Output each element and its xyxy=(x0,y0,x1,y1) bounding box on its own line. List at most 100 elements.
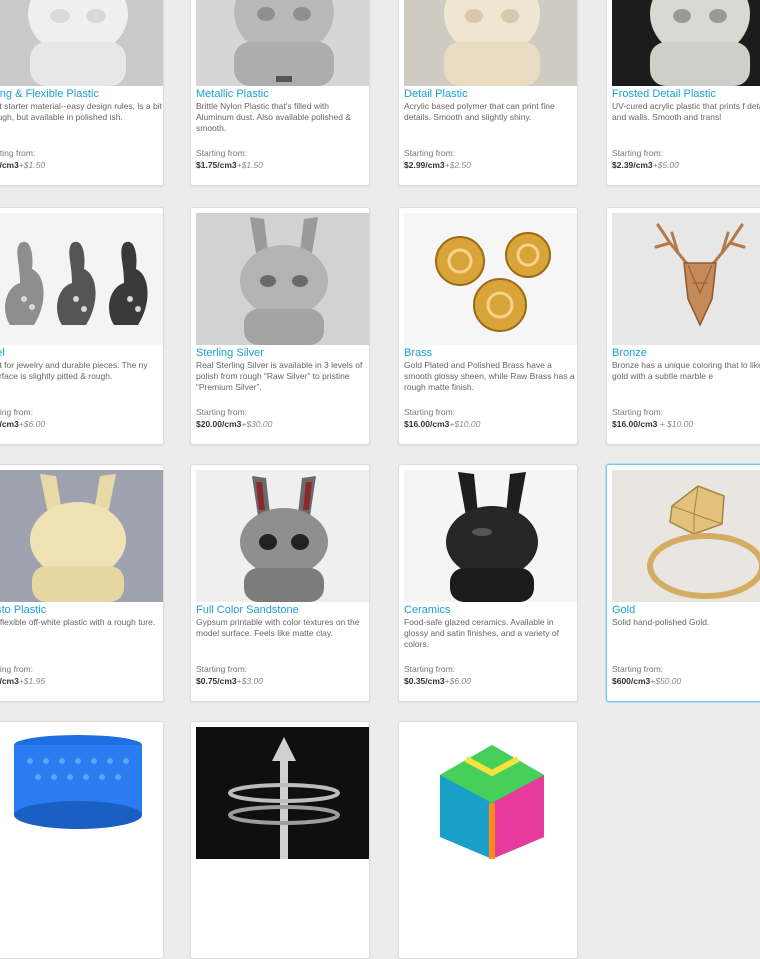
material-image xyxy=(0,470,163,602)
material-name[interactable]: rong & Flexible Plastic xyxy=(0,88,163,100)
material-card-frosted-detail-plastic[interactable]: Frosted Detail Plastic UV-cured acrylic … xyxy=(606,0,760,186)
material-image xyxy=(612,0,760,86)
material-description: eat starter material--easy design rules,… xyxy=(0,101,162,122)
price: 75/cm3+$1.95 xyxy=(0,676,45,686)
base-price: 75/cm3 xyxy=(0,676,19,686)
extra-price: +$6.00 xyxy=(18,419,46,429)
materials-grid: rong & Flexible Plastic eat starter mate… xyxy=(0,0,760,959)
material-card-metallic-plastic[interactable]: Metallic Plastic Brittle Nylon Plastic t… xyxy=(190,0,370,186)
material-card-row4-3[interactable] xyxy=(398,721,578,959)
material-image xyxy=(0,213,163,345)
material-card-full-color-sandstone[interactable]: Full Color Sandstone Gypsum printable wi… xyxy=(190,464,370,702)
starting-from-label: tarting from: xyxy=(0,148,36,158)
material-description: UV-cured acrylic plastic that prints f d… xyxy=(612,101,760,122)
starting-from-label: Starting from: xyxy=(196,148,248,158)
black-ceramic-bunny-image xyxy=(404,470,577,602)
material-name[interactable]: asto Plastic xyxy=(0,604,163,616)
material-image xyxy=(404,213,577,345)
material-image xyxy=(404,727,577,859)
extra-price: +$50.00 xyxy=(650,676,682,686)
extra-price: + $10.00 xyxy=(659,419,694,429)
material-image xyxy=(612,213,760,345)
extra-price: +$1.50 xyxy=(18,160,46,170)
starting-from-label: Starting from: xyxy=(196,664,248,674)
base-price: $1.75/cm3 xyxy=(196,160,237,170)
starting-from-label: Starting from: xyxy=(404,407,456,417)
material-name[interactable]: Ceramics xyxy=(404,604,577,616)
material-name[interactable]: Full Color Sandstone xyxy=(196,604,369,616)
blue-spiky-ring-image xyxy=(0,727,163,859)
price: $16.00/cm3+$10.00 xyxy=(404,419,480,429)
material-description: eat for jewelry and durable pieces. The … xyxy=(0,360,148,381)
extra-price: +$30.00 xyxy=(241,419,273,429)
starting-from-label: Starting from: xyxy=(196,407,248,417)
base-price: $600/cm3 xyxy=(612,676,651,686)
price: $600/cm3+$50.00 xyxy=(612,676,681,686)
cream-bunny-figurine-image xyxy=(404,0,577,86)
material-image xyxy=(196,213,369,345)
material-card-steel[interactable]: eel eat for jewelry and durable pieces. … xyxy=(0,207,164,445)
extra-price: +$5.00 xyxy=(652,160,679,170)
grey-bunny-figurine-image xyxy=(196,0,369,86)
material-description: Solid hand-polished Gold. xyxy=(612,617,710,627)
material-name[interactable]: Gold xyxy=(612,604,760,616)
material-card-row4-2[interactable] xyxy=(190,721,370,959)
base-price: $0.75/cm3 xyxy=(196,676,237,686)
extra-price: +$1.50 xyxy=(236,160,263,170)
material-description: Real Sterling Silver is available in 3 l… xyxy=(196,360,363,392)
extra-price: +$6.00 xyxy=(444,676,471,686)
base-price: $16.00/cm3 xyxy=(612,419,660,429)
material-name[interactable]: Frosted Detail Plastic xyxy=(612,88,760,100)
material-name[interactable]: Metallic Plastic xyxy=(196,88,369,100)
material-name[interactable]: Detail Plastic xyxy=(404,88,577,100)
material-card-gold[interactable]: Gold Solid hand-polished Gold. Starting … xyxy=(606,464,760,702)
price: $2.99/cm3+$2.50 xyxy=(404,160,471,170)
material-name[interactable]: Sterling Silver xyxy=(196,347,369,359)
base-price: $0.35/cm3 xyxy=(404,676,445,686)
material-image xyxy=(0,0,163,86)
base-price: $20.00/cm3 xyxy=(196,419,242,429)
material-description: Bronze has a unique coloring that lo lik… xyxy=(612,360,760,381)
material-card-ceramics[interactable]: Ceramics Food-safe glazed ceramics. Avai… xyxy=(398,464,578,702)
material-description: Brittle Nylon Plastic that's filled with… xyxy=(196,101,351,133)
price: $16.00/cm3 + $10.00 xyxy=(612,419,693,429)
material-image xyxy=(0,727,163,859)
starting-from-label: Starting from: xyxy=(612,148,664,158)
steel-bottle-pieces-image xyxy=(0,213,163,345)
price: 00/cm3+$6.00 xyxy=(0,419,45,429)
base-price: $16.00/cm3 xyxy=(404,419,450,429)
bronze-deer-head-image xyxy=(612,213,760,345)
price: $0.75/cm3+$3.00 xyxy=(196,676,263,686)
rainbow-cubes-image xyxy=(404,727,577,859)
base-price: $2.39/cm3 xyxy=(612,160,653,170)
material-description: Gypsum printable with color textures on … xyxy=(196,617,360,638)
material-name[interactable]: eel xyxy=(0,347,163,359)
material-card-elasto-plastic[interactable]: asto Plastic ra flexible off-white plast… xyxy=(0,464,164,702)
material-name[interactable]: Brass xyxy=(404,347,577,359)
material-name[interactable]: Bronze xyxy=(612,347,760,359)
starting-from-label: Starting from: xyxy=(404,148,456,158)
extra-price: +$2.50 xyxy=(444,160,471,170)
price: 40/cm3+$1.50 xyxy=(0,160,45,170)
elasto-bunny-figurine-image xyxy=(0,470,163,602)
gold-ring-image xyxy=(612,470,760,602)
base-price: $2.99/cm3 xyxy=(404,160,445,170)
material-card-bronze[interactable]: Bronze Bronze has a unique coloring that… xyxy=(606,207,760,445)
material-card-sterling-silver[interactable]: Sterling Silver Real Sterling Silver is … xyxy=(190,207,370,445)
extra-price: +$1.95 xyxy=(18,676,46,686)
brass-knots-image xyxy=(404,213,577,345)
arrow-spike-ring-image xyxy=(196,727,369,859)
starting-from-label: Starting from: xyxy=(612,664,664,674)
material-card-strong-flexible-plastic[interactable]: rong & Flexible Plastic eat starter mate… xyxy=(0,0,164,186)
material-image xyxy=(196,0,369,86)
material-card-detail-plastic[interactable]: Detail Plastic Acrylic based polymer tha… xyxy=(398,0,578,186)
material-card-brass[interactable]: Brass Gold Plated and Polished Brass hav… xyxy=(398,207,578,445)
material-card-row4-1[interactable] xyxy=(0,721,164,959)
frosted-bunny-figurine-image xyxy=(612,0,760,86)
base-price: 40/cm3 xyxy=(0,160,19,170)
material-image xyxy=(612,470,760,602)
price: $2.39/cm3+$5.00 xyxy=(612,160,679,170)
price: $20.00/cm3+$30.00 xyxy=(196,419,272,429)
extra-price: +$10.00 xyxy=(449,419,481,429)
price: $1.75/cm3+$1.50 xyxy=(196,160,263,170)
